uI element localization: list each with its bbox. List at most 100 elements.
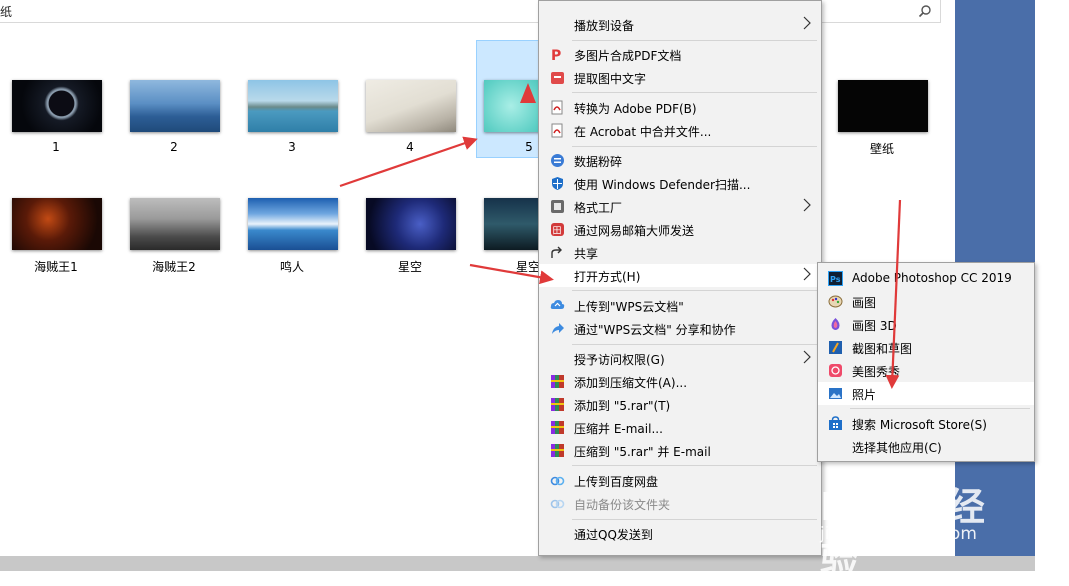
- menu-item-label: 提取图中文字: [574, 72, 647, 86]
- file-item[interactable]: 4: [358, 40, 462, 158]
- submenu-item-other[interactable]: 选择其他应用(C): [818, 435, 1034, 458]
- menu-item-to-pdf[interactable]: 转换为 Adobe PDF(B): [539, 96, 821, 119]
- submenu-item-label: 选择其他应用(C): [852, 441, 942, 455]
- menu-item-label: 通过网易邮箱大师发送: [574, 224, 695, 238]
- file-item[interactable]: 星空: [358, 158, 462, 276]
- menu-item-label: 添加到压缩文件(A)...: [574, 376, 688, 390]
- menu-item-acrobat-merge[interactable]: 在 Acrobat 中合并文件...: [539, 119, 821, 142]
- submenu-item-paint[interactable]: 画图: [818, 290, 1034, 313]
- menu-item-label: 自动备份该文件夹: [574, 498, 671, 512]
- menu-item-label: 转换为 Adobe PDF(B): [574, 102, 697, 116]
- submenu-item-paint3d[interactable]: 画图 3D: [818, 313, 1034, 336]
- menu-item-wps-upload[interactable]: 上传到"WPS云文档": [539, 294, 821, 317]
- menu-item-label: 通过"WPS云文档" 分享和协作: [574, 323, 736, 337]
- menu-item-add-rar[interactable]: 添加到 "5.rar"(T): [539, 393, 821, 416]
- svg-text:Ps: Ps: [830, 275, 841, 284]
- adobe-pdf-icon: [551, 100, 563, 115]
- menu-item-label: 上传到"WPS云文档": [574, 300, 684, 314]
- submenu-item-meitu[interactable]: 美图秀秀: [818, 359, 1034, 382]
- file-name: 鸣人: [279, 260, 304, 274]
- menu-item-label: 共享: [574, 247, 599, 261]
- file-item[interactable]: 海贼王2: [122, 158, 226, 276]
- watermark-url: jingyan.baidu.com: [820, 524, 977, 544]
- file-name: 2: [170, 140, 178, 154]
- watermark-logo: Baidu经验 jingyan.baidu.com: [818, 468, 1018, 584]
- thumbnail-image: [366, 80, 456, 132]
- thumbnail-image: [12, 80, 102, 132]
- thumbnail-image: [248, 80, 338, 132]
- winrar-icon: [551, 444, 564, 457]
- context-menu: 播放到设备 P 多图片合成PDF文档 提取图中文字 转换为 Adobe PDF(…: [538, 0, 822, 556]
- text-extract-icon: [551, 72, 564, 84]
- paint3d-icon: [831, 318, 840, 330]
- thumbnail-image: [838, 80, 928, 132]
- thumbnail-image: [130, 198, 220, 250]
- file-item[interactable]: 1: [4, 40, 108, 158]
- share-icon: [551, 246, 562, 258]
- file-item[interactable]: 鸣人: [240, 158, 344, 276]
- menu-item-netease-mail[interactable]: 田 通过网易邮箱大师发送: [539, 218, 821, 241]
- menu-item-baidu-upload[interactable]: 上传到百度网盘: [539, 469, 821, 492]
- svg-text:P: P: [551, 48, 561, 62]
- file-name: 海贼王2: [152, 260, 196, 274]
- menu-item-format-factory[interactable]: 格式工厂: [539, 195, 821, 218]
- menu-item-pdf-merge[interactable]: P 多图片合成PDF文档: [539, 43, 821, 66]
- photos-icon: [829, 388, 842, 399]
- submenu-item-photos[interactable]: 照片: [818, 382, 1034, 405]
- menu-item-label: 播放到设备: [574, 19, 635, 33]
- file-item[interactable]: 壁纸: [830, 40, 934, 158]
- winrar-icon: [551, 375, 564, 388]
- file-item[interactable]: 海贼王1: [4, 158, 108, 276]
- menu-item-defender[interactable]: 使用 Windows Defender扫描...: [539, 172, 821, 195]
- menu-item-cast[interactable]: 播放到设备: [539, 13, 821, 36]
- open-with-submenu: Ps Adobe Photoshop CC 2019 画图 画图 3D 截图和草…: [817, 262, 1035, 462]
- format-factory-icon: [551, 200, 564, 213]
- file-name: 3: [288, 140, 296, 154]
- menu-item-label: 使用 Windows Defender扫描...: [574, 178, 751, 192]
- menu-item-compress-email[interactable]: 压缩并 E-mail...: [539, 416, 821, 439]
- menu-item-label: 在 Acrobat 中合并文件...: [574, 125, 712, 139]
- menu-item-share[interactable]: 共享: [539, 241, 821, 264]
- submenu-item-snip[interactable]: 截图和草图: [818, 336, 1034, 359]
- menu-item-auto-backup: 自动备份该文件夹: [539, 492, 821, 515]
- file-item[interactable]: 3: [240, 40, 344, 158]
- submenu-item-store[interactable]: 搜索 Microsoft Store(S): [818, 412, 1034, 435]
- menu-item-extract-text[interactable]: 提取图中文字: [539, 66, 821, 89]
- menu-item-grant-access[interactable]: 授予访问权限(G): [539, 347, 821, 370]
- pdf-merge-icon: P: [551, 48, 561, 62]
- meitu-icon: [829, 364, 842, 377]
- menu-item-label: 添加到 "5.rar"(T): [574, 399, 671, 413]
- submenu-item-label: 照片: [852, 388, 877, 402]
- menu-item-shred[interactable]: 数据粉碎: [539, 149, 821, 172]
- submenu-item-label: 美图秀秀: [852, 365, 901, 379]
- menu-item-label: 压缩到 "5.rar" 并 E-mail: [574, 445, 711, 459]
- file-name: 海贼王1: [34, 260, 78, 274]
- mail-icon: 田: [551, 223, 564, 237]
- menu-item-label: 打开方式(H): [574, 270, 641, 284]
- search-icon[interactable]: [918, 4, 932, 18]
- submenu-item-label: 搜索 Microsoft Store(S): [852, 418, 987, 432]
- thumbnail-image: [12, 198, 102, 250]
- submenu-item-photoshop[interactable]: Ps Adobe Photoshop CC 2019: [818, 267, 1034, 290]
- file-item[interactable]: 2: [122, 40, 226, 158]
- shield-icon: [552, 177, 563, 190]
- file-name: 4: [406, 140, 414, 154]
- menu-item-qq-send[interactable]: 通过QQ发送到: [539, 522, 821, 545]
- photoshop-icon: Ps: [828, 271, 843, 286]
- winrar-icon: [551, 421, 564, 434]
- cloud-upload-icon: [550, 300, 565, 309]
- winrar-icon: [551, 398, 564, 411]
- chevron-right-icon: [803, 267, 811, 281]
- acrobat-icon: [551, 123, 563, 138]
- menu-item-label: 多图片合成PDF文档: [574, 49, 682, 63]
- menu-item-open-with[interactable]: 打开方式(H): [539, 264, 821, 287]
- menu-item-compress-rar-email[interactable]: 压缩到 "5.rar" 并 E-mail: [539, 439, 821, 462]
- chevron-right-icon: [803, 16, 811, 30]
- store-icon: [829, 416, 842, 430]
- svg-text:田: 田: [553, 226, 562, 237]
- submenu-item-label: 画图 3D: [852, 319, 897, 333]
- menu-item-wps-share[interactable]: 通过"WPS云文档" 分享和协作: [539, 317, 821, 340]
- menu-item-add-archive[interactable]: 添加到压缩文件(A)...: [539, 370, 821, 393]
- thumbnail-image: [248, 198, 338, 250]
- submenu-item-label: 截图和草图: [852, 342, 913, 356]
